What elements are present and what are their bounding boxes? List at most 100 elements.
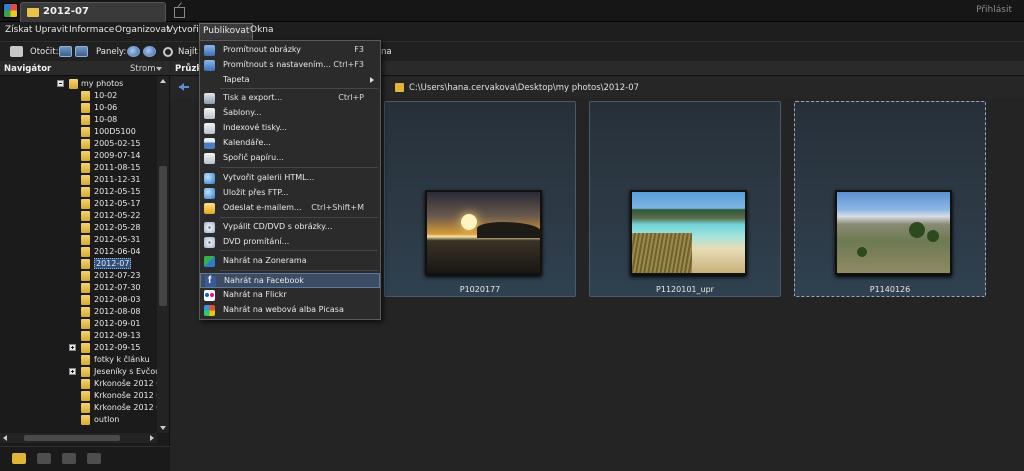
tree-item[interactable]: fotky k článku <box>0 354 157 366</box>
tree-item[interactable]: 10-08 <box>0 114 157 126</box>
tree-item[interactable]: 2012-07-23 <box>0 270 157 282</box>
catalog-icon[interactable] <box>62 453 76 464</box>
publish-menu-item[interactable]: f Nahrát na Facebook <box>200 273 380 288</box>
rotate-right-icon[interactable] <box>75 46 88 57</box>
photo-thumbnail[interactable] <box>835 190 952 275</box>
navigator-panel: Navigátor Strom my photos 10-02 10-06 10-0… <box>0 61 170 471</box>
current-path[interactable]: C:\Users\hana.cervakova\Desktop\my photo… <box>409 83 639 93</box>
publish-menu-item[interactable]: Uložit přes FTP... <box>200 186 380 201</box>
tree-item[interactable]: 100D5100 <box>0 126 157 138</box>
picasa-icon <box>204 305 215 316</box>
navigator-header: Navigátor Strom <box>0 61 170 76</box>
menu-okna[interactable]: Okna <box>250 25 274 35</box>
tab-label: 2012-07 <box>43 6 89 17</box>
tree-item[interactable]: 2012-05-15 <box>0 186 157 198</box>
tree-item[interactable]: outlon <box>0 414 157 426</box>
tags-icon[interactable] <box>87 453 101 464</box>
navigator-vertical-scrollbar[interactable] <box>157 76 169 433</box>
tree-item[interactable]: 2012-05-22 <box>0 210 157 222</box>
tree-item[interactable]: 2012-07 <box>0 258 157 270</box>
expand-icon[interactable] <box>69 368 76 375</box>
tree-item[interactable]: 2011-08-15 <box>0 162 157 174</box>
scroll-down-icon[interactable] <box>160 426 166 430</box>
folders-view-icon[interactable] <box>12 453 26 464</box>
thumbnail-card[interactable]: P1020177 <box>384 101 576 297</box>
photo-thumbnail[interactable] <box>630 190 747 275</box>
tree-item[interactable]: Jeseníky s Evčou <box>0 366 157 378</box>
publish-menu-item[interactable]: Promítnout s nastavením... Ctrl+F3 <box>200 58 380 73</box>
tree-item[interactable]: 2009-07-14 <box>0 150 157 162</box>
tree-root-my-photos[interactable]: my photos <box>0 78 157 90</box>
back-arrow-icon[interactable] <box>179 82 189 92</box>
publish-menu-item[interactable]: Spořič papíru... <box>200 151 380 166</box>
camera-icon[interactable] <box>10 46 23 57</box>
login-link[interactable]: Přihlásit <box>976 5 1012 15</box>
menu-item-label: Kalendáře... <box>223 138 271 147</box>
chevron-down-icon[interactable] <box>156 67 162 71</box>
tree-item[interactable]: 2012-09-15 <box>0 342 157 354</box>
navigator-title: Navigátor <box>4 64 52 74</box>
publish-menu-item[interactable]: Vytvořit galerii HTML... <box>200 171 380 186</box>
menu-upravit[interactable]: Upravit <box>35 25 68 35</box>
publish-menu-item[interactable]: Tapeta <box>200 73 380 88</box>
scroll-left-icon[interactable] <box>3 435 7 441</box>
tree-item[interactable]: 2011-12-31 <box>0 174 157 186</box>
tree-item[interactable]: 2012-06-04 <box>0 246 157 258</box>
slideshow-icon <box>204 45 215 56</box>
tree-item[interactable]: 2012-08-08 <box>0 306 157 318</box>
menu-informace[interactable]: Informace <box>69 25 114 35</box>
publish-menu-item[interactable]: Vypálit CD/DVD s obrázky... <box>200 220 380 235</box>
scroll-right-icon[interactable] <box>150 435 154 441</box>
publish-menu-item[interactable]: Promítnout obrázky F3 <box>200 43 380 58</box>
navigator-mode-dropdown[interactable]: Strom <box>130 64 156 74</box>
panel-toggle-right-icon[interactable] <box>143 46 156 57</box>
thumbnail-card[interactable]: P1140126 <box>794 101 986 297</box>
tree-item[interactable]: 2012-07-30 <box>0 282 157 294</box>
tree-item[interactable]: 2005-02-15 <box>0 138 157 150</box>
navigator-horizontal-scrollbar[interactable] <box>0 433 157 443</box>
tree-item[interactable]: Krkonoše 2012 09 <box>0 390 157 402</box>
tree-item[interactable]: 2012-05-17 <box>0 198 157 210</box>
rotate-left-icon[interactable] <box>59 46 72 57</box>
menu-publikovat[interactable]: Publikovat <box>199 23 254 40</box>
publish-menu-item[interactable]: Kalendáře... <box>200 136 380 151</box>
favorites-icon[interactable] <box>37 453 51 464</box>
tree-item[interactable]: 2012-09-13 <box>0 330 157 342</box>
collapse-icon[interactable] <box>57 80 64 87</box>
tree-item[interactable]: 2012-05-31 <box>0 234 157 246</box>
tree-item-label: 2012-07-23 <box>94 271 141 280</box>
publish-menu-item[interactable]: Indexové tisky... <box>200 121 380 136</box>
scroll-up-icon[interactable] <box>160 79 166 83</box>
search-icon[interactable] <box>163 47 173 57</box>
menu-ziskat[interactable]: Získat <box>5 25 32 35</box>
new-tab-icon[interactable] <box>172 4 186 18</box>
publish-menu-item[interactable]: Nahrát na Zonerama <box>200 254 380 269</box>
menu-vytvorit[interactable]: Vytvořit <box>167 25 202 35</box>
photo-thumbnail[interactable] <box>425 190 542 275</box>
folder-icon <box>81 259 90 269</box>
tab-2012-07[interactable]: 2012-07 <box>20 2 166 22</box>
publish-menu-item[interactable]: DVD promítání... <box>200 235 380 250</box>
publish-menu-item[interactable]: Odeslat e-mailem... Ctrl+Shift+M <box>200 201 380 216</box>
tree-item[interactable]: Krkonoše 2012 09 <box>0 402 157 414</box>
tree-item[interactable]: 10-02 <box>0 90 157 102</box>
tree-item[interactable]: 10-06 <box>0 102 157 114</box>
tree-item-label: 2011-08-15 <box>94 163 141 172</box>
thumbnail-card[interactable]: P1120101_upr <box>589 101 781 297</box>
publish-menu-item[interactable]: Nahrát na webová alba Picasa <box>200 303 380 318</box>
publish-menu-item[interactable]: Šablony... <box>200 106 380 121</box>
tree-item[interactable]: Krkonoše 2012 09 <box>0 378 157 390</box>
tree-item[interactable]: 2012-09-01 <box>0 318 157 330</box>
publish-menu-item[interactable]: Tisk a export... Ctrl+P <box>200 91 380 106</box>
thumbnail-caption: P1120101_upr <box>656 285 714 294</box>
tree-item[interactable]: 2012-08-03 <box>0 294 157 306</box>
tree-item-label: 2005-02-15 <box>94 139 141 148</box>
publish-menu-item[interactable]: Nahrát na Flickr <box>200 288 380 303</box>
tree-item[interactable]: 2012-05-28 <box>0 222 157 234</box>
menu-organizovat[interactable]: Organizovat <box>115 25 170 35</box>
panel-toggle-left-icon[interactable] <box>127 46 140 57</box>
expand-icon[interactable] <box>69 344 76 351</box>
scrollbar-thumb[interactable] <box>159 166 167 306</box>
scrollbar-thumb[interactable] <box>24 435 120 441</box>
find-button[interactable]: Najít <box>178 47 198 57</box>
